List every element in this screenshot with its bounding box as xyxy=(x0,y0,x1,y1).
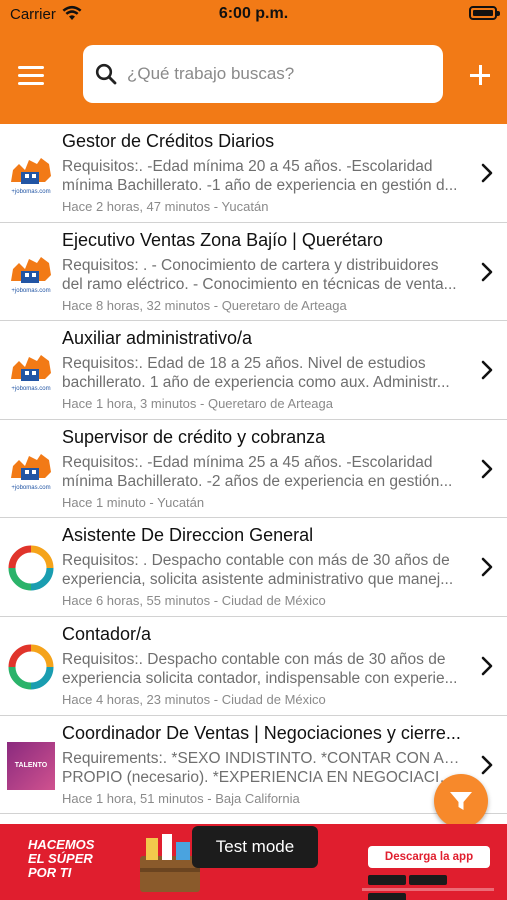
company-logo-talento: TALENTO xyxy=(7,741,55,790)
app-header: Carrier 6:00 p.m. xyxy=(0,0,507,124)
test-mode-toast: Test mode xyxy=(192,826,318,868)
jobomas-text: +jobomas.com xyxy=(11,485,50,491)
jobomas-text: +jobomas.com xyxy=(11,386,50,392)
job-title: Gestor de Créditos Diarios xyxy=(62,131,275,151)
job-description: Requisitos:. Despacho contable con más d… xyxy=(62,650,464,688)
chevron-right-icon xyxy=(481,656,493,676)
menu-bar-icon xyxy=(18,74,44,77)
job-description-line: experiencia solicita contador, indispens… xyxy=(62,669,458,687)
chevron-right-icon xyxy=(481,360,493,380)
job-description-line: Requisitos:. -Edad mínima 20 a 45 años. … xyxy=(62,158,433,175)
job-list-item[interactable]: Asistente De Direccion General Requisito… xyxy=(0,518,507,617)
job-meta: Hace 4 horas, 23 minutos - Ciudad de Méx… xyxy=(62,691,326,707)
job-list-item[interactable]: TALENTO Coordinador De Ventas | Negociac… xyxy=(0,716,507,815)
company-logo-ring xyxy=(8,545,54,591)
company-logo-jobomas: +jobomas.com xyxy=(11,453,51,491)
battery-icon xyxy=(469,6,500,20)
chevron-right-icon xyxy=(481,755,493,774)
job-list-item[interactable]: +jobomas.com Gestor de Créditos Diarios … xyxy=(0,124,507,223)
filter-icon xyxy=(450,792,472,810)
job-description-line: Requisitos:. Edad de 18 a 25 años. Nivel… xyxy=(62,355,426,373)
job-description: Requisitos:. Edad de 18 a 25 años. Nivel… xyxy=(62,354,464,392)
menu-bar-icon xyxy=(18,66,44,69)
job-list: +jobomas.com Gestor de Créditos Diarios … xyxy=(0,124,507,824)
job-description-line: mínima Bachillerato. -2 años de experien… xyxy=(62,472,453,490)
job-title: Auxiliar administrativo/a xyxy=(62,328,253,349)
company-logo-jobomas: +jobomas.com xyxy=(11,256,51,294)
ad-headline: HACEMOS EL SÚPER POR TI xyxy=(28,838,94,880)
job-title: Coordinador De Ventas | Negociaciones y … xyxy=(62,722,461,743)
hamburger-menu-button[interactable] xyxy=(18,66,44,86)
chevron-right-icon xyxy=(481,459,493,479)
job-description-line: Requisitos: . Despacho contable con más … xyxy=(62,552,450,570)
job-description-line: PROPIO (necesario). *EXPERIENCIA EN NEGO… xyxy=(62,768,464,786)
search-input[interactable] xyxy=(127,45,432,103)
job-list-item[interactable]: +jobomas.com Auxiliar administrativo/a R… xyxy=(0,321,507,420)
chevron-right-icon xyxy=(481,262,493,281)
company-logo-ring xyxy=(8,644,54,690)
job-description-line: bachillerato. 1 año de experiencia como … xyxy=(62,374,450,392)
menu-bar-icon xyxy=(18,82,44,85)
job-description-line: experiencia, solicita asistente administ… xyxy=(62,571,454,589)
job-description-line: Requisitos:. -Edad mínima 25 a 45 años. … xyxy=(62,453,433,471)
job-description: Requirements:. *SEXO INDISTINTO. *CONTAR… xyxy=(62,749,464,787)
job-description: Requisitos:. -Edad mínima 25 a 45 años. … xyxy=(62,453,464,491)
job-list-item[interactable]: +jobomas.com Supervisor de crédito y cob… xyxy=(0,420,507,519)
ad-headline-line: EL SÚPER xyxy=(28,851,93,866)
company-logo-jobomas: +jobomas.com xyxy=(11,158,51,195)
job-meta: Hace 1 hora, 3 minutos - Queretaro de Ar… xyxy=(62,396,333,412)
download-app-button[interactable]: Descarga la app xyxy=(368,846,490,868)
search-icon xyxy=(95,63,117,85)
job-description-line: mínima Bachillerato. -1 año de experienc… xyxy=(62,177,458,194)
job-title: Contador/a xyxy=(62,623,152,644)
job-description: Requisitos: . Despacho contable con más … xyxy=(62,551,464,589)
clock-time: 6:00 p.m. xyxy=(218,5,289,22)
job-description-line: del ramo eléctrico. - Conocimiento en té… xyxy=(62,275,457,293)
filter-button[interactable] xyxy=(434,774,488,828)
app-store-badges xyxy=(368,872,490,900)
job-meta: Hace 2 horas, 47 minutos - Yucatán xyxy=(62,199,269,214)
job-list-item[interactable]: +jobomas.com Ejecutivo Ventas Zona Bajío… xyxy=(0,223,507,322)
google-play-badge-icon xyxy=(409,875,447,885)
job-meta: Hace 1 minuto - Yucatán xyxy=(62,494,205,510)
search-box[interactable] xyxy=(83,45,443,103)
chevron-right-icon xyxy=(481,163,493,183)
ad-fineprint xyxy=(362,888,494,891)
company-logo-jobomas: +jobomas.com xyxy=(11,355,51,392)
add-button[interactable] xyxy=(468,63,492,87)
job-description: Requisitos: . - Conocimiento de cartera … xyxy=(62,256,464,294)
job-title: Ejecutivo Ventas Zona Bajío | Querétaro xyxy=(62,229,383,250)
jobomas-text: +jobomas.com xyxy=(11,288,50,294)
app-gallery-badge-icon xyxy=(368,893,406,900)
job-title: Asistente De Direccion General xyxy=(62,525,314,546)
chevron-right-icon xyxy=(481,558,493,577)
job-description: Requisitos:. -Edad mínima 20 a 45 años. … xyxy=(62,157,464,195)
job-title: Supervisor de crédito y cobranza xyxy=(62,426,326,447)
ad-headline-line: HACEMOS xyxy=(28,837,95,852)
app-store-badge-icon xyxy=(368,875,406,885)
jobomas-text: +jobomas.com xyxy=(11,189,50,195)
job-description-line: Requisitos: . - Conocimiento de cartera … xyxy=(62,256,439,274)
job-meta: Hace 1 hora, 51 minutos - Baja Californi… xyxy=(62,790,300,806)
ad-headline-line: POR TI xyxy=(28,865,72,880)
job-list-item[interactable]: Contador/a Requisitos:. Despacho contabl… xyxy=(0,617,507,716)
job-description-line: Requisitos:. Despacho contable con más d… xyxy=(62,650,446,668)
job-meta: Hace 8 horas, 32 minutos - Queretaro de … xyxy=(62,297,347,313)
job-description-line: Requirements:. *SEXO INDISTINTO. *CONTAR… xyxy=(62,749,464,767)
status-bar: Carrier 6:00 p.m. xyxy=(0,0,507,30)
job-meta: Hace 6 horas, 55 minutos - Ciudad de Méx… xyxy=(62,593,326,609)
talento-text: TALENTO xyxy=(15,762,48,769)
